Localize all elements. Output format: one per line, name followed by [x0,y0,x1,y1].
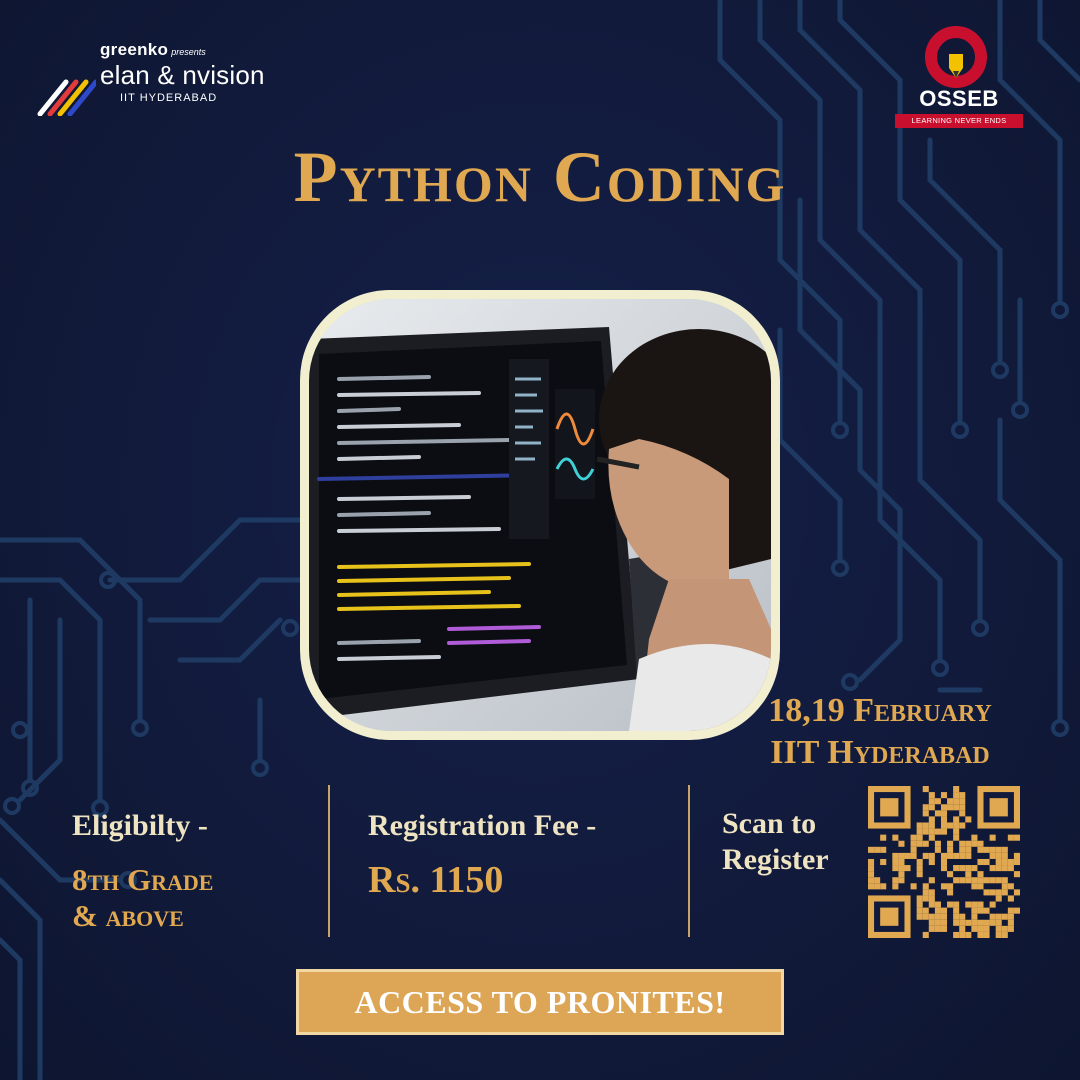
iit-hyderabad-logo-text: IIT HYDERABAD [120,92,218,104]
osseb-name: OSSEB [919,86,999,111]
event-dates: 18,19 February [768,692,992,729]
person-coding-at-monitor-photo [309,299,771,731]
osseb-tagline: LEARNING NEVER ENDS [895,114,1023,128]
qr-code-icon[interactable] [868,786,1020,938]
registration-fee-label: Registration Fee - [368,809,597,842]
page-title: Python Coding [293,137,787,217]
osseb-pencil-ring-icon [925,26,987,88]
scan-to-register-label: Scan to Register [722,806,862,878]
osseb-logo: OSSEB LEARNING NEVER ENDS [893,24,1025,128]
scan-line2: Register [722,843,829,876]
access-to-pronites-button[interactable]: ACCESS TO PRONITES! [296,969,784,1035]
event-date-venue: 18,19 February IIT Hyderabad [700,690,1060,774]
event-poster: greenko presents elan & nvision IIT HYDER… [0,0,1080,1080]
eligibility-block: Eligibilty - 8th Grade & above [72,808,322,934]
elan-nvision-logo: greenko presents elan & nvision IIT HYDER… [36,36,276,116]
eligibility-value-line2: & above [72,898,184,933]
elan-nvision-text: elan & nvision [100,60,265,90]
photo-frame [300,290,780,740]
divider [328,785,330,937]
registration-fee-block: Registration Fee - Rs. 1150 [368,808,678,902]
registration-fee-value: Rs. 1150 [368,859,504,901]
event-venue: IIT Hyderabad [770,734,990,771]
elan-stripes-icon [37,79,96,116]
greenko-presents: greenko presents [100,40,206,60]
scan-line1: Scan to [722,807,817,840]
eligibility-value-line1: 8th Grade [72,862,214,897]
presents-text: presents [171,47,206,57]
eligibility-label: Eligibilty - [72,809,208,842]
greenko-brand: greenko [100,40,169,59]
coding-scene-illustration [309,299,771,731]
divider [688,785,690,937]
